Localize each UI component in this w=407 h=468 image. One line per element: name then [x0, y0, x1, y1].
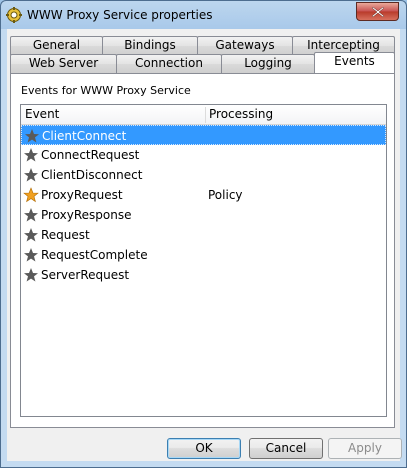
star-icon: [25, 129, 39, 143]
title-bar[interactable]: WWW Proxy Service properties: [1, 1, 406, 29]
list-header: Event Processing: [21, 105, 386, 125]
events-list[interactable]: Event Processing ClientConnect ConnectRe…: [20, 104, 387, 417]
properties-window: WWW Proxy Service properties General Bin…: [0, 0, 407, 468]
tab-label: Web Server: [28, 56, 99, 70]
tab-label: Bindings: [124, 38, 176, 52]
tab-general[interactable]: General: [10, 36, 103, 55]
event-name: RequestComplete: [41, 248, 148, 262]
star-icon: [24, 228, 38, 242]
column-header-processing[interactable]: Processing: [205, 105, 386, 125]
star-icon: [24, 248, 38, 262]
event-name: ConnectRequest: [41, 148, 140, 162]
event-name: ProxyResponse: [41, 208, 132, 222]
tab-label: Events: [334, 54, 375, 68]
tab-logging[interactable]: Logging: [221, 54, 315, 73]
dialog-client: General Bindings Gateways Intercepting W…: [7, 29, 402, 461]
tab-label: General: [32, 38, 81, 52]
column-header-label: Event: [25, 107, 60, 121]
event-name: ClientConnect: [42, 129, 127, 143]
list-item[interactable]: ServerRequest: [21, 265, 386, 285]
list-item[interactable]: RequestComplete: [21, 245, 386, 265]
list-item[interactable]: Request: [21, 225, 386, 245]
window-title: WWW Proxy Service properties: [27, 8, 213, 22]
ok-button[interactable]: OK: [167, 438, 241, 459]
events-group-label: Events for WWW Proxy Service: [21, 84, 191, 97]
column-header-event[interactable]: Event: [21, 105, 205, 125]
tab-label: Connection: [135, 56, 203, 70]
tab-label: Gateways: [215, 38, 275, 52]
tab-gateways[interactable]: Gateways: [197, 36, 293, 55]
star-icon: [24, 148, 38, 162]
event-name: Request: [41, 228, 90, 242]
tab-events[interactable]: Events: [314, 52, 395, 73]
apply-button[interactable]: Apply: [328, 438, 402, 459]
button-label: OK: [195, 441, 213, 455]
star-icon: [24, 168, 38, 182]
star-icon: [24, 268, 38, 282]
list-item[interactable]: ClientConnect: [21, 125, 386, 145]
tab-label: Intercepting: [307, 38, 380, 52]
tab-bindings[interactable]: Bindings: [102, 36, 198, 55]
cancel-button[interactable]: Cancel: [249, 438, 323, 459]
close-button[interactable]: [356, 2, 399, 21]
tab-web-server[interactable]: Web Server: [10, 54, 117, 73]
event-name: ClientDisconnect: [41, 168, 143, 182]
event-name: ServerRequest: [41, 268, 130, 282]
star-icon: [24, 208, 38, 222]
close-icon: [372, 7, 384, 17]
event-name: ProxyRequest: [41, 188, 123, 202]
button-label: Apply: [348, 441, 382, 455]
tab-connection[interactable]: Connection: [116, 54, 222, 73]
tab-label: Logging: [244, 56, 292, 70]
list-item[interactable]: ProxyResponse: [21, 205, 386, 225]
processing-value: Policy: [208, 188, 243, 202]
column-header-label: Processing: [209, 107, 274, 121]
list-item[interactable]: ProxyRequest Policy: [21, 185, 386, 205]
button-label: Cancel: [265, 441, 307, 455]
list-item[interactable]: ClientDisconnect: [21, 165, 386, 185]
star-icon: [23, 187, 39, 203]
list-item[interactable]: ConnectRequest: [21, 145, 386, 165]
app-gear-icon: [6, 7, 22, 23]
events-tab-panel: Events for WWW Proxy Service Event Proce…: [10, 73, 395, 428]
